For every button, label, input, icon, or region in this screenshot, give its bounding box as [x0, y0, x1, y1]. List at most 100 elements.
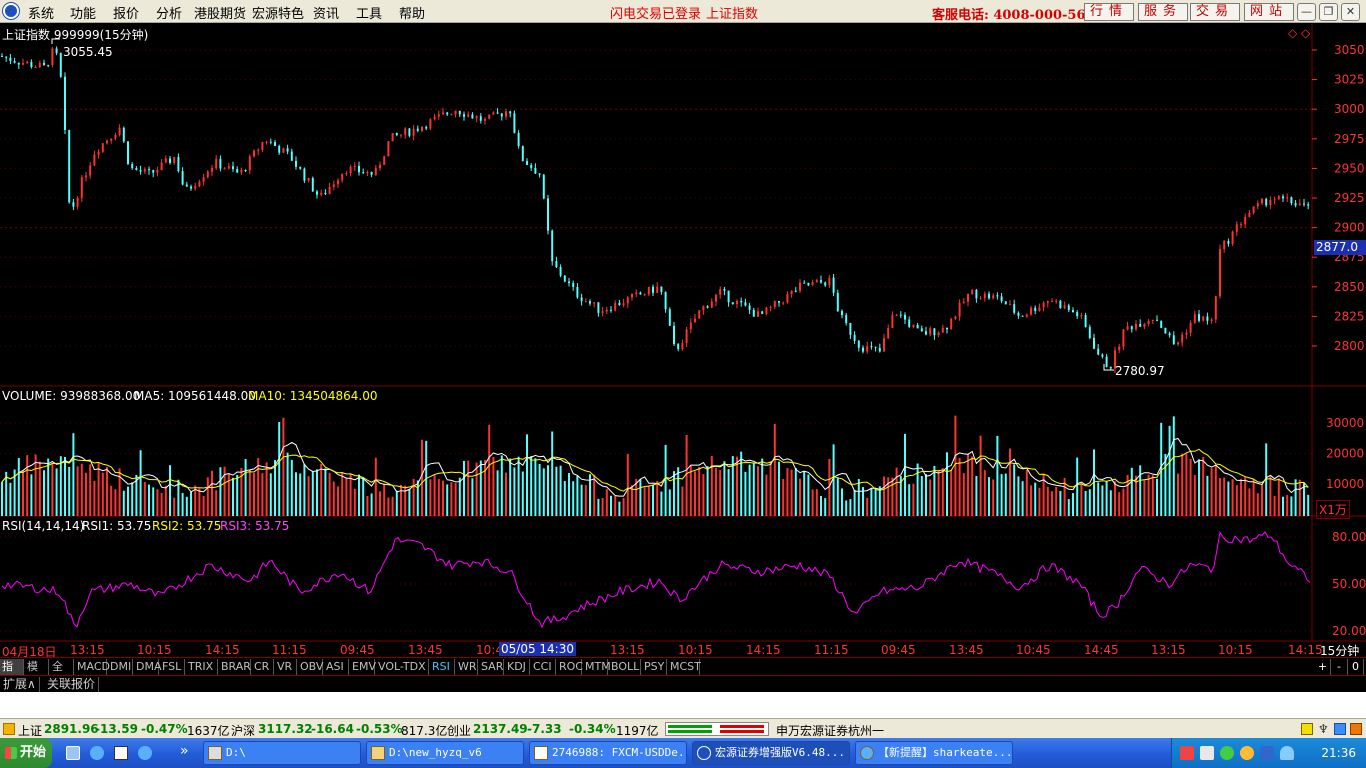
- candle-body: [26, 61, 29, 64]
- menu-system[interactable]: 系统: [28, 3, 54, 22]
- alert-icon[interactable]: [1301, 723, 1313, 735]
- menu-function[interactable]: 功能: [70, 3, 96, 22]
- menu-analysis[interactable]: 分析: [156, 3, 182, 22]
- time-tick-label: 13:15: [70, 643, 105, 657]
- indicator-tab-mcst[interactable]: MCST: [668, 659, 701, 675]
- network-icon[interactable]: [1334, 723, 1346, 735]
- task-fxcm[interactable]: 2746988: FXCM-USDDe...: [529, 741, 687, 765]
- market-button[interactable]: 行情: [1084, 3, 1134, 21]
- candle-body: [1084, 315, 1087, 328]
- indicator-tab-dmi[interactable]: DMI: [108, 659, 133, 675]
- candle-body: [1130, 326, 1133, 330]
- candle-body: [1240, 224, 1242, 226]
- indicator-tab-wr[interactable]: WR: [456, 659, 478, 675]
- candle-body: [118, 127, 121, 136]
- indicator-tab-emv[interactable]: EMV: [350, 659, 376, 675]
- indicator-tab-全部[interactable]: 全部: [50, 659, 74, 689]
- candle-body: [509, 111, 512, 114]
- tray-network-icon[interactable]: [1260, 746, 1274, 760]
- tray-keyboard-icon[interactable]: [1180, 746, 1194, 760]
- quicklaunch-ie2-icon[interactable]: [138, 746, 152, 760]
- time-tick-label: 10:15: [137, 643, 172, 657]
- trade-login-notice[interactable]: 闪电交易已登录: [610, 3, 701, 22]
- quicklaunch-desktop-icon[interactable]: [114, 746, 128, 760]
- indicator-tab-vol-tdx[interactable]: VOL-TDX: [376, 659, 429, 675]
- candle-body: [30, 61, 33, 68]
- signal-icon[interactable]: ♆: [1318, 722, 1329, 736]
- menu-quote[interactable]: 报价: [113, 3, 139, 22]
- trade-button[interactable]: 交易: [1190, 3, 1240, 21]
- indicator-tab-vr[interactable]: VR: [275, 659, 297, 675]
- menu-hongyuan[interactable]: 宏源特色: [252, 3, 304, 22]
- indicator-tab-roc[interactable]: ROC: [557, 659, 583, 675]
- task-hongyuan[interactable]: 宏源证券增强版V6.48...: [692, 741, 850, 765]
- candle-body: [551, 230, 554, 262]
- menu-help[interactable]: 帮助: [399, 3, 425, 22]
- candle-body: [740, 300, 743, 303]
- quicklaunch-ie-icon[interactable]: [66, 746, 80, 760]
- indicator-tab-boll[interactable]: BOLL: [609, 659, 641, 675]
- website-button[interactable]: 网站: [1244, 3, 1294, 21]
- indicator-tab-dma[interactable]: DMA: [134, 659, 162, 675]
- candle-body: [841, 310, 843, 316]
- candle-body: [1277, 196, 1280, 200]
- related-quotes-tab[interactable]: 关联报价: [44, 677, 100, 692]
- candle-body: [400, 134, 402, 136]
- panel-markers[interactable]: ◇ ◇: [1288, 26, 1310, 40]
- tray-qq-icon[interactable]: [1240, 746, 1254, 760]
- indicator-tab-trix[interactable]: TRIX: [186, 659, 218, 675]
- task-browser[interactable]: 【新提醒】sharkeate...: [855, 741, 1013, 765]
- service-button[interactable]: 服务: [1138, 3, 1188, 21]
- menu-news[interactable]: 资讯: [313, 3, 339, 22]
- indicator-tab-asi[interactable]: ASI: [324, 659, 349, 675]
- indicator-tab-fsl[interactable]: FSL: [160, 659, 185, 675]
- indicator-tab-模板[interactable]: 模板: [25, 659, 49, 689]
- quicklaunch-more-icon[interactable]: »: [180, 743, 189, 759]
- tray-shield-icon[interactable]: [1280, 746, 1294, 760]
- indicator-tab-mtm[interactable]: MTM: [583, 659, 611, 675]
- indicator-tab-cci[interactable]: CCI: [531, 659, 556, 675]
- zoom-out-button[interactable]: -: [1331, 659, 1348, 675]
- candle-body: [983, 293, 986, 299]
- indicator-tab-obv[interactable]: OBV: [298, 659, 323, 675]
- start-button[interactable]: 开始: [0, 738, 52, 768]
- candle-body: [979, 298, 982, 300]
- zoom-reset-button[interactable]: 0: [1348, 659, 1364, 675]
- volume-ma5-label: MA5: 109561448.00: [134, 389, 256, 403]
- indicator-tab-sar[interactable]: SAR: [479, 659, 504, 675]
- indicator-tab-kdj[interactable]: KDJ: [505, 659, 530, 675]
- hs-index-name[interactable]: 沪深: [231, 722, 255, 739]
- indicator-tab-macd[interactable]: MACD: [75, 659, 110, 675]
- restore-button[interactable]: ❐: [1319, 3, 1338, 21]
- cy-index-name[interactable]: 创业: [447, 722, 471, 739]
- y-tick-label: 3025: [1334, 73, 1365, 87]
- quicklaunch-browser-icon[interactable]: [90, 746, 104, 760]
- task-folder[interactable]: D:\new_hyzq_v6: [366, 741, 524, 765]
- indicator-tab-cr[interactable]: CR: [252, 659, 274, 675]
- quote-bar-icon[interactable]: [3, 723, 15, 735]
- candle-body: [51, 48, 54, 66]
- zoom-in-button[interactable]: +: [1315, 659, 1331, 675]
- sh-index-name[interactable]: 上证: [18, 722, 42, 739]
- indicator-tab-rsi[interactable]: RSI: [430, 659, 455, 675]
- candle-body: [1147, 321, 1150, 324]
- status-icon[interactable]: [1350, 723, 1362, 735]
- indicator-tab-brar[interactable]: BRAR: [219, 659, 251, 675]
- close-button[interactable]: ✕: [1341, 3, 1360, 21]
- candle-body: [547, 198, 549, 231]
- candle-body: [13, 61, 16, 63]
- menu-hk-futures[interactable]: 港股期货: [194, 3, 246, 22]
- tray-input-icon[interactable]: [1200, 746, 1214, 760]
- task-drive-d[interactable]: D:\: [203, 741, 361, 765]
- candle-body: [265, 141, 268, 143]
- menu-tools[interactable]: 工具: [356, 3, 382, 22]
- minimize-button[interactable]: —: [1297, 3, 1316, 21]
- kline-chart-area[interactable]: 3050302530002975295029252900287528502825…: [0, 24, 1366, 657]
- app-logo-icon[interactable]: [3, 3, 19, 19]
- expand-tab[interactable]: 扩展∧: [0, 677, 40, 692]
- sh-index-value: 2891.96: [44, 722, 99, 736]
- indicator-tab-psy[interactable]: PSY: [642, 659, 667, 675]
- indicator-tab-指标[interactable]: 指标: [0, 659, 24, 689]
- tray-security-icon[interactable]: [1220, 746, 1234, 760]
- current-symbol-notice[interactable]: 上证指数: [706, 3, 758, 22]
